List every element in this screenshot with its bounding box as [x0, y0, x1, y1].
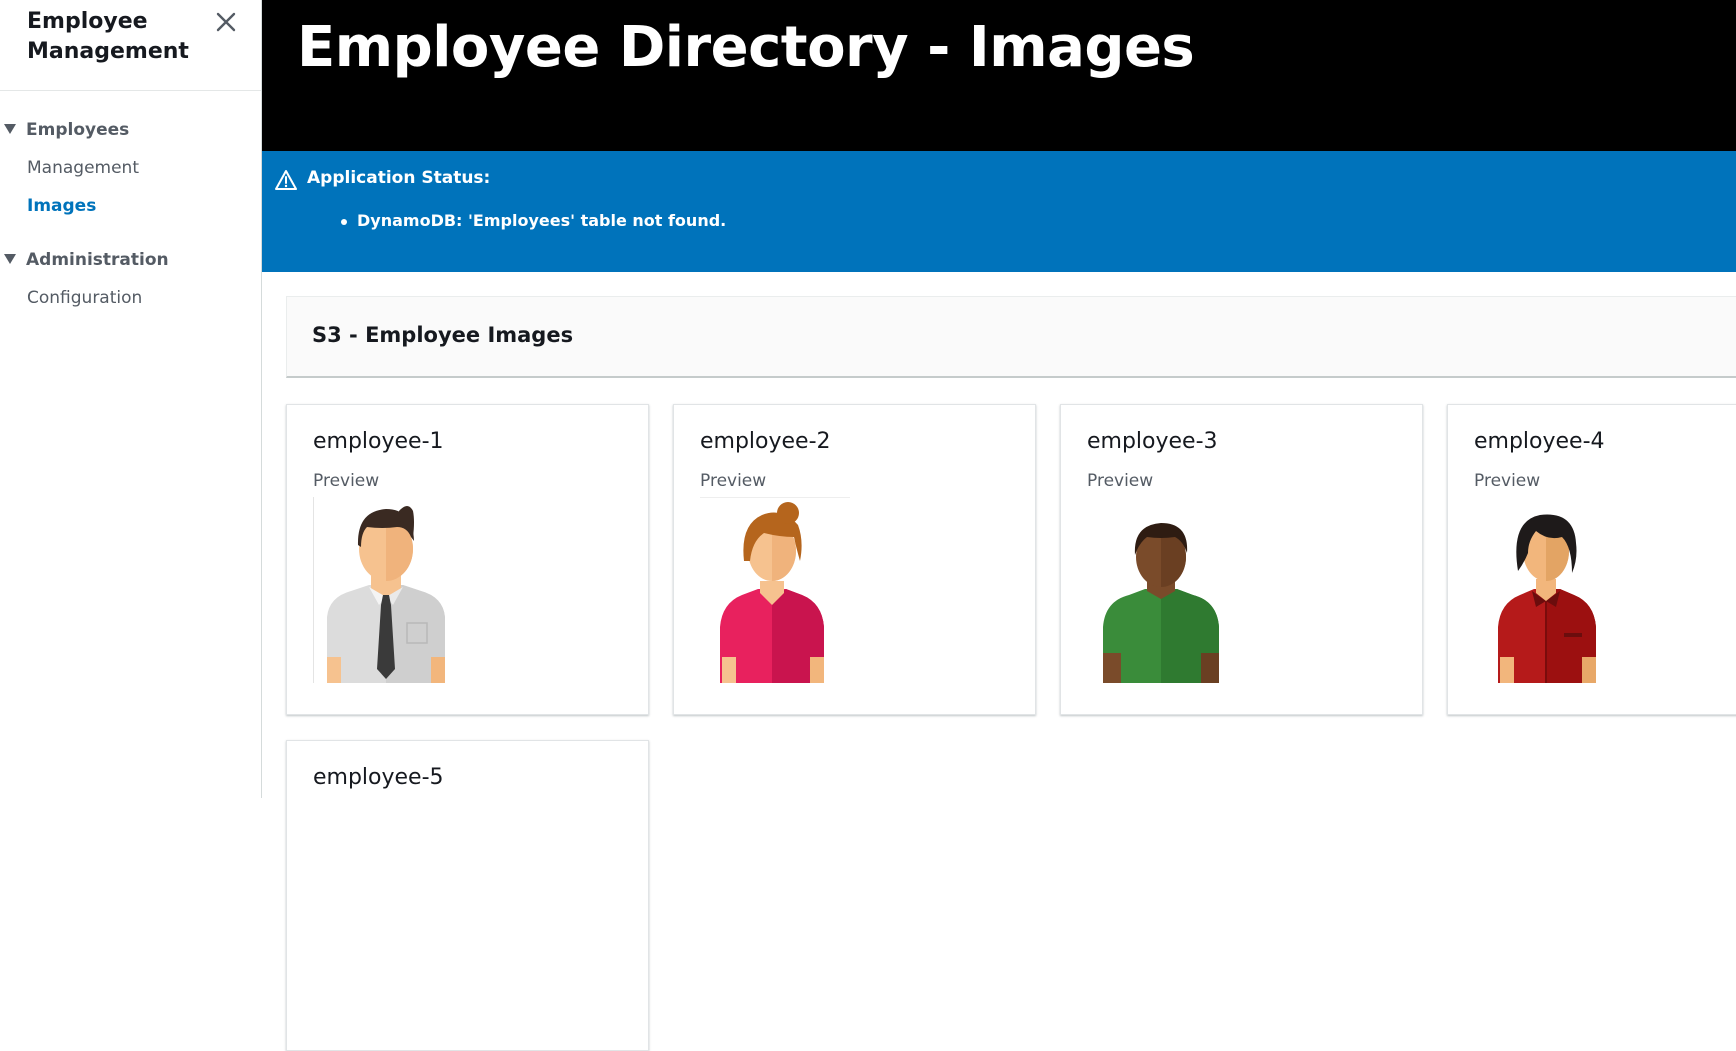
employee-card: employee-1 Preview	[286, 404, 649, 715]
woman-pink-shirt-avatar-icon	[700, 497, 850, 683]
card-name: employee-5	[313, 765, 444, 790]
page-header: Employee Directory - Images	[262, 0, 1736, 151]
caret-down-icon	[4, 124, 16, 134]
card-label: Preview	[700, 471, 767, 491]
caret-down-icon	[4, 254, 16, 264]
sidebar-header: Employee Management	[0, 0, 261, 91]
card-name: employee-2	[700, 429, 831, 454]
sidebar-section-employees[interactable]: Employees	[0, 120, 129, 140]
container-title: S3 - Employee Images	[312, 323, 574, 347]
card-name: employee-3	[1087, 429, 1218, 454]
woman-red-shirt-avatar-icon	[1498, 514, 1596, 683]
card-label: Preview	[1087, 471, 1154, 491]
employee-card: employee-2 Preview	[673, 404, 1036, 715]
card-name: employee-1	[313, 429, 444, 454]
section-label: Administration	[26, 250, 169, 270]
warning-icon	[275, 170, 297, 190]
sidebar-item-images[interactable]: Images	[27, 196, 96, 216]
employee-card: employee-3 Preview	[1060, 404, 1423, 715]
card-label: Preview	[313, 471, 380, 491]
man-green-shirt-avatar-icon	[1103, 523, 1219, 683]
status-message: DynamoDB: 'Employees' table not found.	[340, 211, 727, 230]
card-label: Preview	[1474, 471, 1541, 491]
sidebar-title[interactable]: Employee Management	[27, 7, 207, 67]
sidebar-section-administration[interactable]: Administration	[0, 250, 169, 270]
sidebar-item-configuration[interactable]: Configuration	[27, 288, 142, 308]
status-title: Application Status:	[307, 168, 491, 188]
man-white-shirt-tie-avatar-icon	[313, 497, 445, 683]
employee-card: employee-4 Preview	[1447, 404, 1736, 715]
section-label: Employees	[26, 120, 130, 140]
card-name: employee-4	[1474, 429, 1605, 454]
sidebar: Employee Management Employees Management…	[0, 0, 262, 798]
status-flashbar: Application Status: DynamoDB: 'Employees…	[262, 151, 1736, 272]
employee-card: employee-5	[286, 740, 649, 1051]
close-icon[interactable]	[214, 10, 238, 34]
container-header: S3 - Employee Images	[286, 296, 1736, 378]
page-title: Employee Directory - Images	[297, 15, 1195, 80]
status-messages: DynamoDB: 'Employees' table not found.	[340, 211, 727, 230]
sidebar-item-management[interactable]: Management	[27, 158, 139, 178]
